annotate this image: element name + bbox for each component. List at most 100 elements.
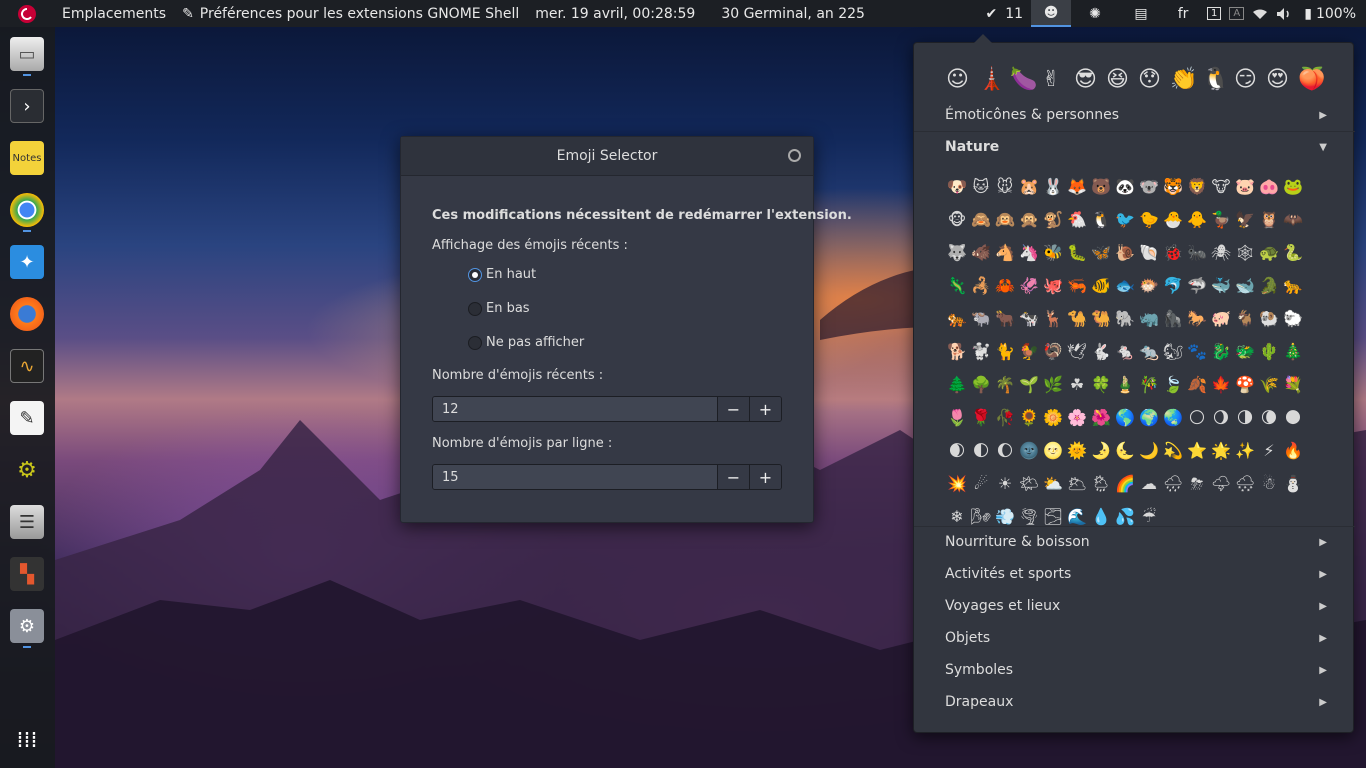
system-monitor-icon[interactable]: ∿ — [10, 349, 44, 383]
emoji-button[interactable]: 🌻 — [1017, 401, 1041, 434]
emoji-button[interactable]: 🐂 — [993, 302, 1017, 335]
emoji-button[interactable]: 🐋 — [1233, 269, 1257, 302]
chrome-icon[interactable] — [10, 193, 44, 227]
per-line-increase-button[interactable]: + — [749, 465, 781, 489]
wifi-icon[interactable] — [1248, 0, 1272, 27]
firefox-icon[interactable] — [10, 297, 44, 331]
recent-emoji-button[interactable]: 🍆 — [1010, 67, 1042, 92]
emoji-button[interactable]: 🐟 — [1113, 269, 1137, 302]
emoji-button[interactable]: 🌹 — [969, 401, 993, 434]
emoji-button[interactable]: 🐓 — [1017, 335, 1041, 368]
emoji-button[interactable]: 🐳 — [1209, 269, 1233, 302]
emoji-button[interactable]: 🐻 — [1089, 170, 1113, 203]
recent-emoji-button[interactable]: 🗼 — [978, 67, 1010, 92]
recent-count-decrease-button[interactable]: − — [717, 397, 749, 421]
emoji-button[interactable]: 🐢 — [1257, 236, 1281, 269]
emoji-button[interactable]: ✨ — [1233, 434, 1257, 467]
emoji-button[interactable]: 💐 — [1281, 368, 1305, 401]
emoji-button[interactable]: 🐥 — [1185, 203, 1209, 236]
brain-icon[interactable]: ✺ — [1071, 0, 1119, 27]
emoji-button[interactable]: 🌍 — [1137, 401, 1161, 434]
radio-bottom[interactable]: En bas — [468, 301, 530, 316]
emoji-button[interactable]: 🙈 — [969, 203, 993, 236]
emoji-button[interactable]: 🦀 — [993, 269, 1017, 302]
emoji-button[interactable]: 🐭 — [993, 170, 1017, 203]
tetris-icon[interactable]: ▚ — [10, 557, 44, 591]
emoji-button[interactable]: 🌼 — [1041, 401, 1065, 434]
emoji-button[interactable]: 🐺 — [945, 236, 969, 269]
emoji-button[interactable]: 🦑 — [1017, 269, 1041, 302]
emoji-button[interactable]: 🐉 — [1209, 335, 1233, 368]
text-editor-icon[interactable]: ✎ — [10, 401, 44, 435]
emoji-button[interactable]: 🌝 — [1041, 434, 1065, 467]
emoji-button[interactable]: 🦄 — [1017, 236, 1041, 269]
emoji-button[interactable]: 🐘 — [1113, 302, 1137, 335]
emoji-button[interactable]: 🐡 — [1137, 269, 1161, 302]
grid-icon[interactable]: ⁞⁞⁞ — [10, 723, 44, 757]
emoji-button[interactable]: 🐁 — [1113, 335, 1137, 368]
category-activities[interactable]: Activités et sports ▶ — [914, 558, 1355, 590]
emoji-button[interactable]: ☄ — [969, 467, 993, 500]
emoji-button[interactable]: 🌥 — [1065, 467, 1089, 500]
emoji-button[interactable]: 🐒 — [1041, 203, 1065, 236]
category-travel[interactable]: Voyages et lieux ▶ — [914, 590, 1355, 622]
emoji-button[interactable]: 🌞 — [1065, 434, 1089, 467]
emoji-button[interactable]: ⚡ — [1257, 434, 1281, 467]
emoji-button[interactable]: 🐈 — [993, 335, 1017, 368]
emoji-button[interactable]: 🎋 — [1137, 368, 1161, 401]
emoji-button[interactable]: 🐾 — [1185, 335, 1209, 368]
recent-emoji-button[interactable]: 😎 — [1074, 67, 1106, 92]
radio-top[interactable]: En haut — [468, 267, 536, 282]
emoji-button[interactable]: 🦇 — [1281, 203, 1305, 236]
emoji-button[interactable]: 🐪 — [1065, 302, 1089, 335]
close-button[interactable] — [788, 149, 801, 162]
emoji-button[interactable]: 🦌 — [1041, 302, 1065, 335]
recent-emoji-button[interactable]: 😍 — [1266, 67, 1298, 92]
emoji-button[interactable]: 🌈 — [1113, 467, 1137, 500]
emoji-button[interactable]: ☃ — [1257, 467, 1281, 500]
emoji-button[interactable]: 🐎 — [1185, 302, 1209, 335]
emoji-button[interactable]: 🌗 — [1233, 401, 1257, 434]
emoji-button[interactable]: 🌛 — [1089, 434, 1113, 467]
emoji-button[interactable]: ⛈ — [1185, 467, 1209, 500]
emoji-button[interactable]: 🐵 — [945, 203, 969, 236]
emoji-button[interactable]: 🌾 — [1257, 368, 1281, 401]
emoji-button[interactable]: 🦋 — [1089, 236, 1113, 269]
emoji-button[interactable]: 🦊 — [1065, 170, 1089, 203]
category-emoticons[interactable]: Émoticônes & personnes ▶ — [914, 99, 1355, 131]
emoji-button[interactable]: ⛅ — [1041, 467, 1065, 500]
category-food[interactable]: Nourriture & boisson ▶ — [914, 526, 1355, 558]
emoji-button[interactable]: 🌱 — [1017, 368, 1041, 401]
todo-indicator[interactable]: ✔ 11 — [977, 0, 1031, 27]
emoji-button[interactable]: 🐷 — [1233, 170, 1257, 203]
emoji-button[interactable]: 🐔 — [1065, 203, 1089, 236]
emoji-button[interactable]: 🙊 — [1017, 203, 1041, 236]
emoji-button[interactable]: 🌙 — [1137, 434, 1161, 467]
emoji-button[interactable]: 🐝 — [1041, 236, 1065, 269]
emoji-button[interactable]: 🐰 — [1041, 170, 1065, 203]
input-method-icon[interactable]: A — [1225, 0, 1248, 27]
emoji-button[interactable]: 🐖 — [1209, 302, 1233, 335]
recent-emoji-button[interactable]: 😯 — [1138, 67, 1170, 92]
emoji-button[interactable]: 🐛 — [1065, 236, 1089, 269]
emoji-selector-button[interactable]: ☻ — [1031, 0, 1072, 27]
republican-calendar[interactable]: 30 Germinal, an 225 — [713, 0, 873, 27]
dialog-titlebar[interactable]: Emoji Selector — [401, 137, 813, 176]
emoji-button[interactable]: 🙉 — [993, 203, 1017, 236]
emoji-button[interactable]: 🐌 — [1113, 236, 1137, 269]
debian-logo-icon[interactable] — [0, 0, 54, 27]
emoji-button[interactable]: 🌿 — [1041, 368, 1065, 401]
emoji-button[interactable]: 🐤 — [1137, 203, 1161, 236]
clipboard-icon[interactable]: ▤ — [1119, 0, 1163, 27]
emoji-button[interactable]: 🕊 — [1065, 335, 1089, 368]
emoji-button[interactable]: 🌜 — [1113, 434, 1137, 467]
emoji-button[interactable]: 🌎 — [1113, 401, 1137, 434]
emoji-button[interactable]: 🐸 — [1281, 170, 1305, 203]
emoji-button[interactable]: 🌓 — [969, 434, 993, 467]
recent-emoji-button[interactable]: ☺ — [946, 67, 978, 92]
emoji-button[interactable]: 🌘 — [1257, 401, 1281, 434]
emoji-button[interactable]: 🌩 — [1209, 467, 1233, 500]
emoji-button[interactable]: 🐍 — [1281, 236, 1305, 269]
emoji-button[interactable]: 🌏 — [1161, 401, 1185, 434]
emoji-button[interactable]: 🌺 — [1089, 401, 1113, 434]
